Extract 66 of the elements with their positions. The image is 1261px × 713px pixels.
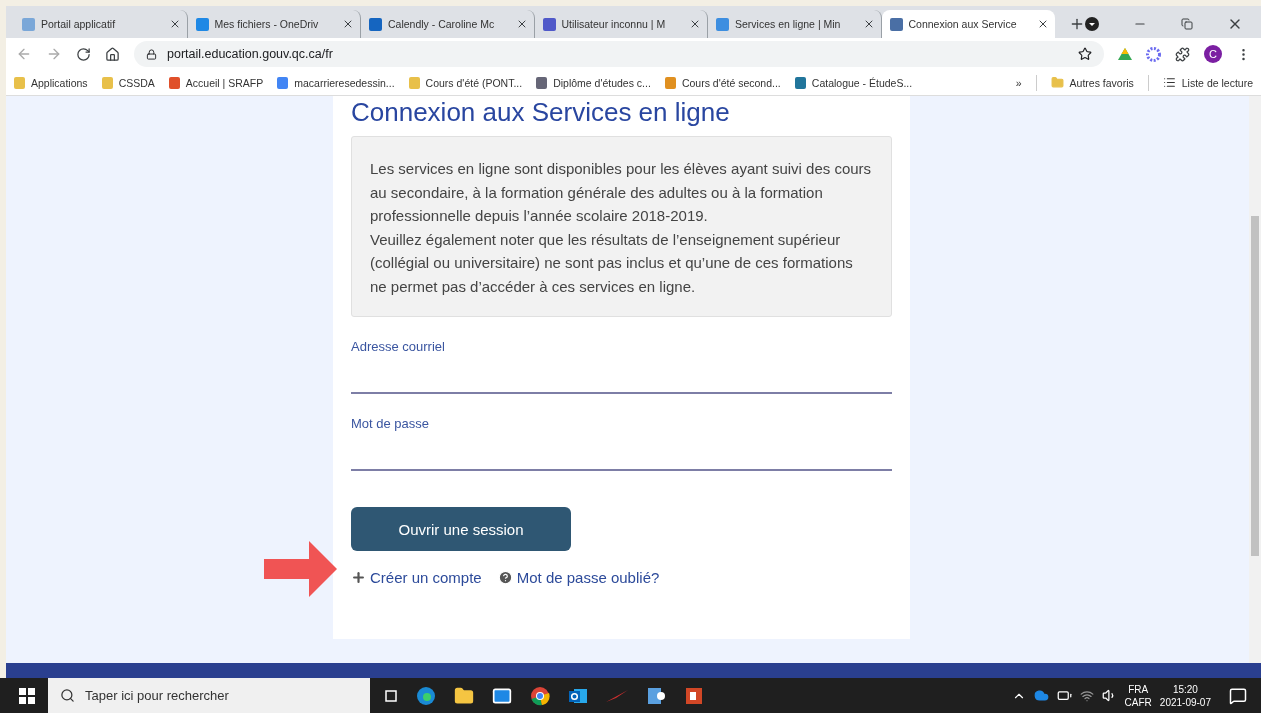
bookmark-item[interactable]: Cours d'été second... <box>664 76 781 89</box>
bookmark-icon <box>14 76 25 89</box>
clock[interactable]: 15:20 2021-09-07 <box>1159 682 1211 709</box>
dropdown-icon[interactable] <box>1085 17 1099 31</box>
login-button[interactable]: Ouvrir une session <box>351 507 571 551</box>
battery-icon[interactable] <box>1056 688 1072 703</box>
bookmark-item[interactable]: CSSDA <box>101 76 155 89</box>
more-bookmarks-button[interactable]: » <box>1015 76 1022 89</box>
page-heading: Connexion aux Services en ligne <box>351 96 731 128</box>
triangle-icon[interactable] <box>1118 48 1132 60</box>
bookmark-icon <box>536 76 548 89</box>
app-icon[interactable] <box>646 685 666 706</box>
bookmark-icon <box>101 76 113 89</box>
bookmark-item[interactable]: macarrieresedessin... <box>277 76 395 89</box>
restore-icon[interactable] <box>1181 18 1193 30</box>
favicon-icon <box>22 17 35 31</box>
puzzle-icon[interactable] <box>1175 46 1190 62</box>
close-icon[interactable] <box>1037 18 1049 30</box>
help-icon <box>497 570 513 585</box>
notice-text: Les services en ligne sont disponibles pour les élèves ayant suivi des cours au secondaire, à la formation générale des adultes ou à la formation professionnelle depuis l’année scolaire 2018-2019. <box>370 159 873 226</box>
bookmark-icon <box>408 76 420 89</box>
reading-list-button[interactable]: Liste de lecture <box>1162 76 1253 89</box>
favicon-icon <box>889 17 903 31</box>
close-icon[interactable] <box>689 18 701 30</box>
lock-icon <box>146 48 157 60</box>
wifi-icon[interactable] <box>1079 688 1094 703</box>
folder-icon[interactable] <box>454 685 474 706</box>
bookmark-icon <box>168 76 180 89</box>
bookmark-item[interactable]: Applications <box>14 76 88 89</box>
favicon-icon <box>716 17 729 31</box>
cloud-icon[interactable] <box>1033 688 1049 703</box>
browser-icon[interactable] <box>416 685 436 706</box>
bookmark-item[interactable]: Diplôme d'études c... <box>536 76 651 89</box>
new-tab-icon[interactable] <box>1069 16 1085 32</box>
bookmark-icon <box>277 76 289 89</box>
favicon-icon <box>542 17 556 31</box>
close-icon[interactable] <box>342 18 354 30</box>
field-label: Mot de passe <box>351 416 431 431</box>
bookmark-item[interactable]: Catalogue - ÉtudeS... <box>794 76 913 89</box>
bookmark-item[interactable]: Cours d'été (PONT... <box>408 76 523 89</box>
reload-icon[interactable] <box>76 46 91 62</box>
chrome-icon[interactable] <box>530 685 550 706</box>
text-link[interactable]: Mot de passe oublié? <box>497 569 660 586</box>
bookmark-icon <box>794 76 806 89</box>
text-link[interactable]: Créer un compte <box>351 569 482 586</box>
notice-text: Veuillez également noter que les résultats de l’enseignement supérieur (collégial ou universitaire) ne sont pas inclus et qu’une de ces formations ne permet pas d’accéder à ces services en ligne. <box>370 229 854 297</box>
field-label: Adresse courriel <box>351 339 446 354</box>
home-icon[interactable] <box>105 46 120 62</box>
address-bar[interactable]: portail.education.gouv.qc.ca/fr <box>134 41 1104 67</box>
notification-icon[interactable] <box>1229 686 1247 705</box>
search-field[interactable]: Taper ici pour rechercher <box>48 678 370 713</box>
star-icon[interactable] <box>1078 47 1092 61</box>
favicon-icon <box>195 17 209 31</box>
bookmark-folder[interactable]: Autres favoris <box>1050 76 1134 89</box>
list-icon <box>1162 76 1176 89</box>
bookmark-icon <box>664 76 676 89</box>
bookmark-item[interactable]: Accueil | SRAFP <box>168 76 264 89</box>
scrollbar[interactable] <box>1249 96 1261 664</box>
search-icon <box>60 688 75 703</box>
folder-icon <box>1050 76 1064 89</box>
language-indicator[interactable]: FRA CAFR <box>1124 682 1152 709</box>
browser-tab[interactable]: Connexion aux Service <box>881 10 1055 38</box>
plus-icon <box>351 570 366 585</box>
task-view-icon[interactable] <box>384 688 398 703</box>
profile-avatar[interactable]: C <box>1204 45 1222 63</box>
favicon-icon <box>369 17 382 31</box>
